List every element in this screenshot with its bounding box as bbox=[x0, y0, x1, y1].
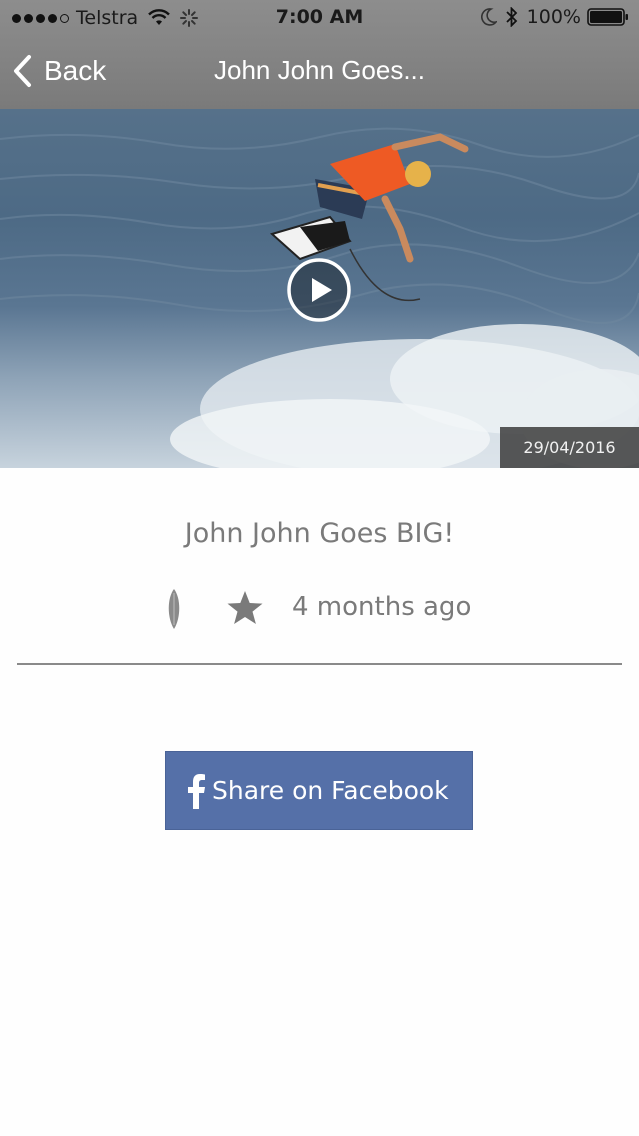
battery-percent: 100% bbox=[526, 6, 581, 28]
post-title: John John Goes BIG! bbox=[184, 518, 455, 549]
moon-icon bbox=[480, 8, 497, 26]
video-thumbnail[interactable] bbox=[0, 109, 639, 468]
app-header: Telstra 7:00 AM 100% Back John John Goes… bbox=[0, 0, 639, 109]
share-facebook-button[interactable]: Share on Facebook bbox=[165, 751, 473, 830]
battery-icon bbox=[587, 8, 628, 26]
star-icon[interactable] bbox=[226, 590, 264, 626]
surfboard-icon bbox=[168, 589, 180, 629]
share-facebook-label: Share on Facebook bbox=[212, 776, 449, 805]
status-right: 100% bbox=[480, 6, 629, 28]
post-meta: 4 months ago bbox=[0, 586, 639, 632]
video-date-badge: 29/04/2016 bbox=[500, 427, 639, 468]
bluetooth-icon bbox=[506, 7, 517, 27]
divider bbox=[17, 663, 622, 665]
status-bar: Telstra 7:00 AM 100% bbox=[0, 0, 639, 36]
nav-title: John John Goes... bbox=[213, 55, 426, 85]
play-icon[interactable] bbox=[287, 258, 351, 322]
post-age: 4 months ago bbox=[292, 592, 472, 622]
nav-bar: Back John John Goes... bbox=[0, 36, 639, 109]
facebook-icon bbox=[188, 773, 205, 809]
